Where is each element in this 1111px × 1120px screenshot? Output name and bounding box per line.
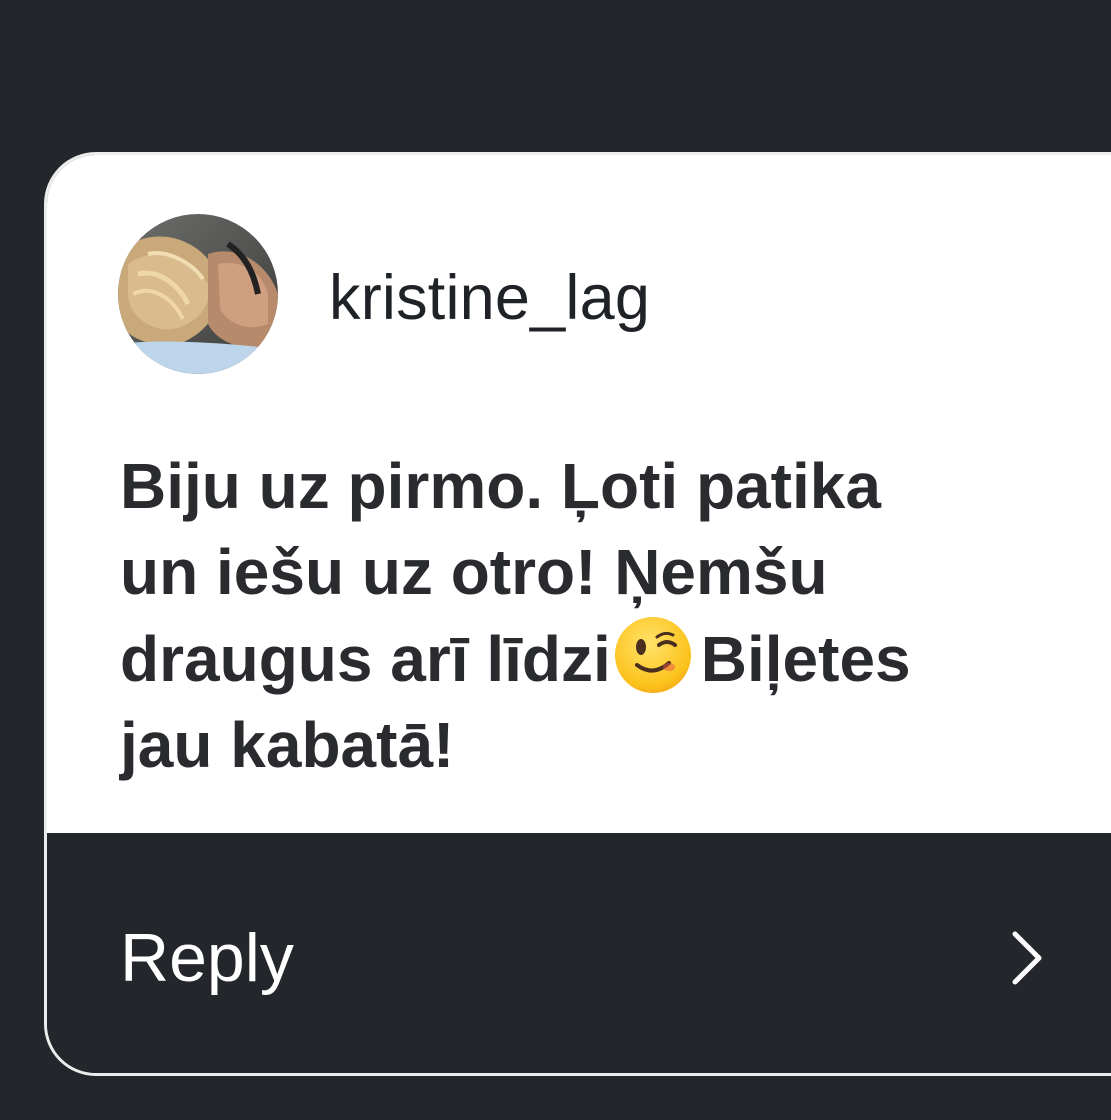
chevron-right-icon [1007,928,1047,988]
comment-text: Biju uz pirmo. Ļoti patika un iešu uz ot… [120,443,1111,788]
reply-label: Reply [120,920,294,996]
avatar-image [118,214,278,374]
winking-face-emoji-icon [613,615,693,695]
username[interactable]: kristine_lag [329,261,650,335]
comment-body: kristine_lag Biju uz pirmo. Ļoti patika … [47,155,1111,833]
comment-card: kristine_lag Biju uz pirmo. Ļoti patika … [44,152,1111,1076]
avatar[interactable] [118,214,278,374]
reply-button[interactable]: Reply [47,833,1111,1073]
